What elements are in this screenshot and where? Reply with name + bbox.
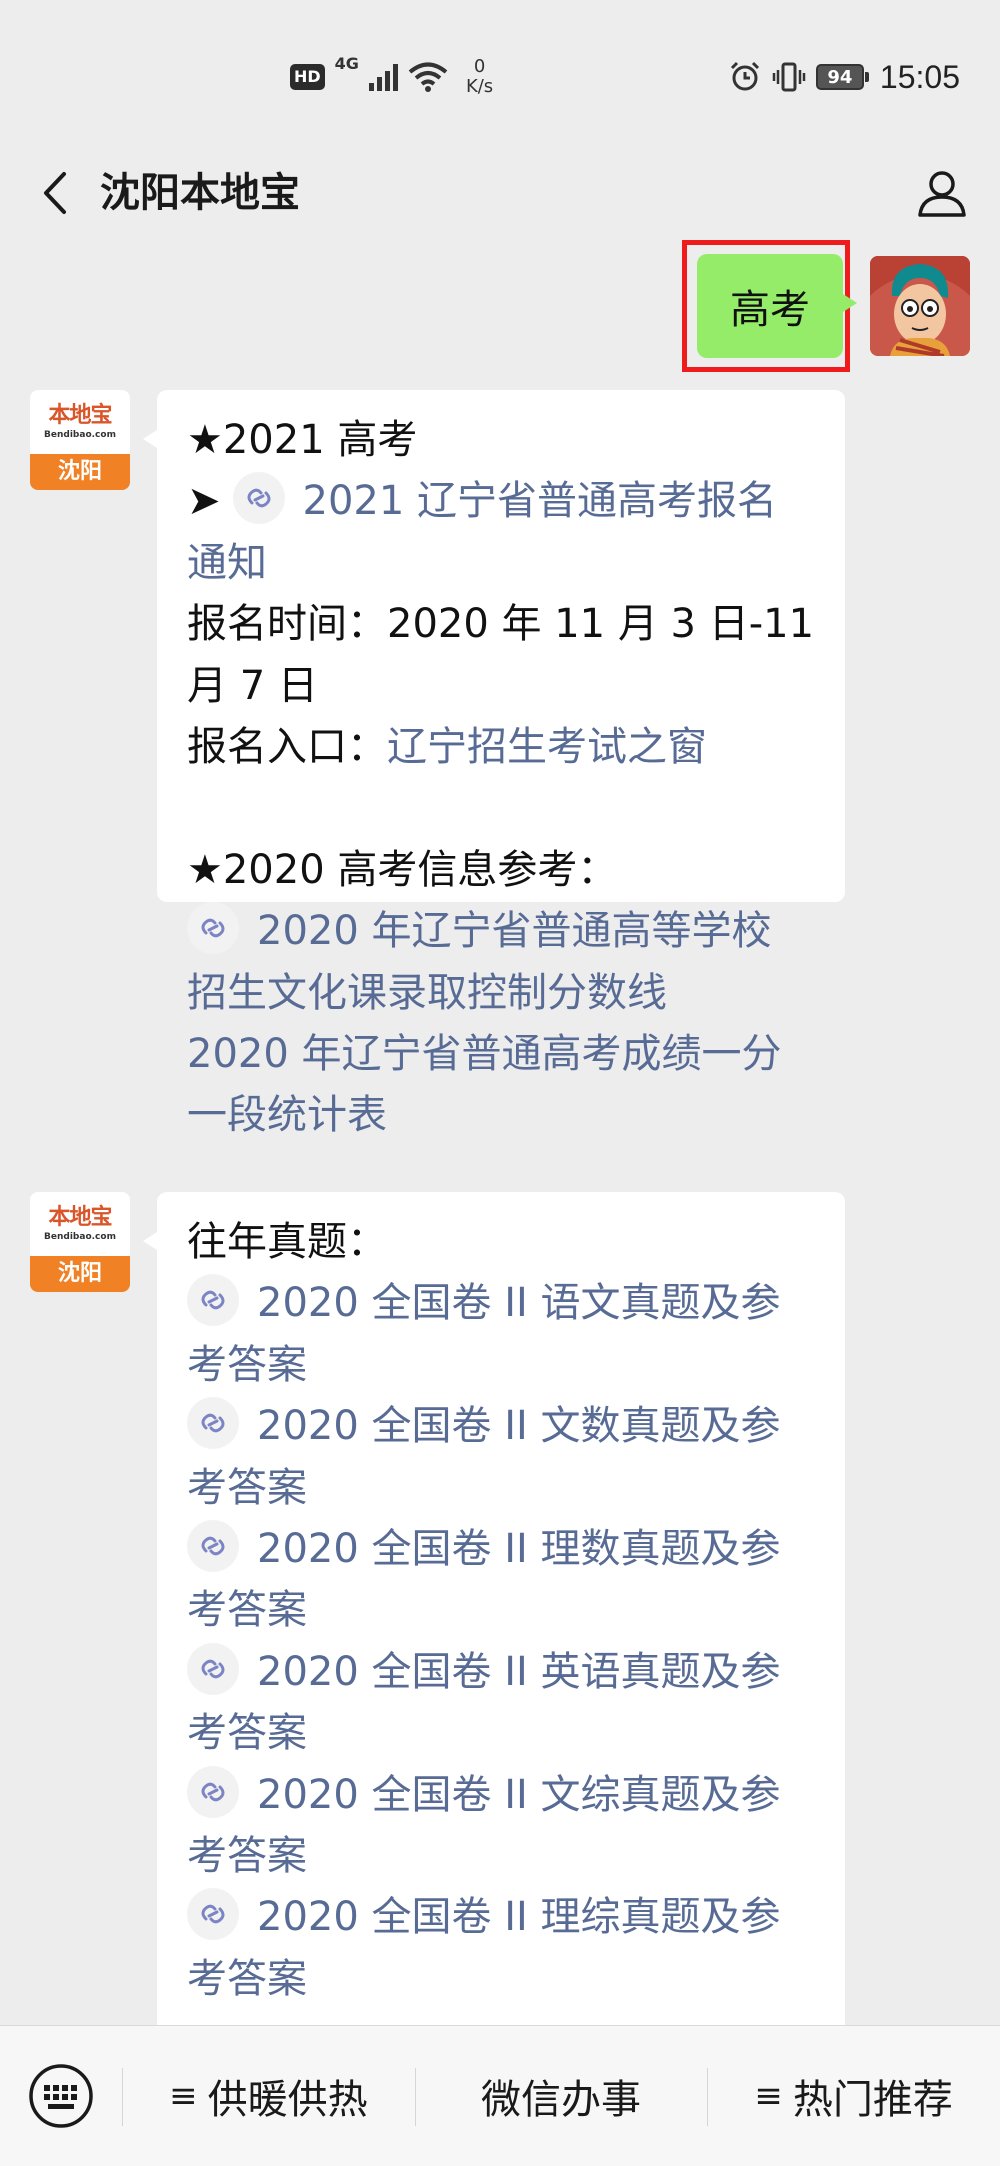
- bot-logo-en: Bendibao.com: [44, 1232, 116, 1242]
- bot-logo-cn: 本地宝: [48, 403, 112, 428]
- past-paper-link[interactable]: 2020 全国卷 II 文综真题及参: [257, 1772, 781, 1818]
- chat-area[interactable]: 高考 本地宝 Bendibao.com 沈阳 ★2021 高考 ➤ 2021 辽宁…: [0, 240, 1000, 2052]
- wifi-icon: [408, 62, 448, 92]
- past-paper-link[interactable]: 2020 全国卷 II 理数真题及参: [257, 1526, 781, 1572]
- cartoon-avatar-image: [870, 256, 970, 356]
- mini-program-icon: [187, 1520, 239, 1573]
- bot-logo-en: Bendibao.com: [44, 430, 116, 440]
- bot-message-bubble: 往年真题： 2020 全国卷 II 语文真题及参考答案 2020 全国卷 II 文…: [143, 1192, 845, 2052]
- status-left: HD 4G 0 K/s: [290, 52, 493, 102]
- back-button[interactable]: [30, 165, 80, 221]
- registration-entry-label: 报名入口：: [187, 724, 387, 771]
- speed-unit: K/s: [465, 76, 494, 97]
- past-paper-link-line[interactable]: 2020 全国卷 II 文数真题及参: [187, 1396, 819, 1457]
- battery-indicator: 94: [815, 64, 869, 90]
- score-line-link[interactable]: 2020 年辽宁省普通高等学校: [257, 908, 772, 954]
- past-paper-link[interactable]: 2020 全国卷 II 语文真题及参: [257, 1280, 781, 1326]
- past-paper-link[interactable]: 2020 全国卷 II 文数真题及参: [257, 1403, 781, 1449]
- past-paper-link-cont[interactable]: 考答案: [187, 1949, 819, 2010]
- menu-list-icon: ≡: [169, 2076, 198, 2116]
- past-paper-link[interactable]: 2020 全国卷 II 英语真题及参: [257, 1649, 781, 1695]
- network-speed: 0 K/s: [466, 57, 493, 97]
- mini-program-icon: [187, 902, 239, 955]
- vibrate-icon: [772, 62, 806, 92]
- past-papers-heading: 往年真题：: [187, 1219, 387, 1265]
- user-message-bubble[interactable]: 高考: [697, 254, 857, 358]
- menu-hot-recommendations[interactable]: ≡ 热门推荐: [707, 2026, 1000, 2166]
- reference-heading: ★2020 高考信息参考：: [187, 846, 618, 893]
- mini-program-icon: [187, 1642, 239, 1695]
- chevron-left-icon: [44, 172, 66, 214]
- score-line-link-cont[interactable]: 招生文化课录取控制分数线: [187, 963, 819, 1024]
- bot-logo: 本地宝 Bendibao.com: [30, 1192, 130, 1256]
- menu-label: 供暖供热: [207, 2077, 368, 2123]
- title-bar: 沈阳本地宝: [0, 145, 1000, 240]
- user-avatar[interactable]: [870, 256, 970, 356]
- menu-wechat-services[interactable]: 微信办事: [414, 2026, 708, 2166]
- speed-value: 0: [473, 56, 486, 77]
- network-type: 4G: [334, 53, 359, 73]
- past-paper-link-line[interactable]: 2020 全国卷 II 语文真题及参: [187, 1273, 819, 1334]
- registration-entry-line: 报名入口：辽宁招生考试之窗: [187, 717, 819, 778]
- profile-button[interactable]: [914, 165, 970, 221]
- message-heading: ★2021 高考: [187, 417, 418, 463]
- past-paper-link-cont[interactable]: 考答案: [187, 1826, 819, 1887]
- menu-label: 微信办事: [481, 2077, 641, 2123]
- page-title: 沈阳本地宝: [100, 170, 300, 216]
- score-distribution-link-cont[interactable]: 一段统计表: [187, 1085, 819, 1146]
- person-icon: [918, 171, 966, 217]
- bot-logo-cn: 本地宝: [48, 1205, 112, 1230]
- clock: 15:05: [879, 58, 960, 95]
- menu-heating[interactable]: ≡ 供暖供热: [122, 2026, 415, 2166]
- mini-program-icon: [187, 1765, 239, 1818]
- bot-logo: 本地宝 Bendibao.com: [30, 390, 130, 454]
- past-paper-link-cont[interactable]: 考答案: [187, 1458, 819, 1519]
- past-paper-link-line[interactable]: 2020 全国卷 II 理综真题及参: [187, 1887, 819, 1948]
- past-paper-link-line[interactable]: 2020 全国卷 II 理数真题及参: [187, 1519, 819, 1580]
- registration-notice-link[interactable]: 2021 辽宁省普通高考报名: [303, 478, 778, 524]
- status-right: 94 15:05: [728, 55, 960, 99]
- exam-portal-link[interactable]: 辽宁招生考试之窗: [387, 724, 707, 770]
- mini-program-icon: [187, 1274, 239, 1327]
- registration-link-line[interactable]: ➤ 2021 辽宁省普通高考报名: [187, 471, 819, 532]
- past-paper-link-line[interactable]: 2020 全国卷 II 文综真题及参: [187, 1765, 819, 1826]
- status-bar: HD 4G 0 K/s 94 15:05: [0, 0, 1000, 145]
- bot-message-bubble: ★2021 高考 ➤ 2021 辽宁省普通高考报名 通知 报名时间：2020 年 …: [143, 390, 845, 1138]
- mini-program-icon: [187, 1397, 239, 1450]
- menu-label: 热门推荐: [792, 2077, 953, 2123]
- registration-time-text-cont: 月 7 日: [187, 662, 318, 709]
- score-line-link-line[interactable]: 2020 年辽宁省普通高等学校: [187, 901, 819, 962]
- bot-avatar[interactable]: 本地宝 Bendibao.com 沈阳: [30, 1192, 130, 1292]
- past-paper-link-cont[interactable]: 考答案: [187, 1580, 819, 1641]
- hd-badge: HD: [290, 64, 325, 90]
- past-paper-link-cont[interactable]: 考答案: [187, 1703, 819, 1764]
- bot-logo-city: 沈阳: [30, 1256, 130, 1292]
- registration-notice-link-cont[interactable]: 通知: [187, 533, 819, 594]
- score-distribution-link[interactable]: 2020 年辽宁省普通高考成绩一分: [187, 1024, 819, 1085]
- keyboard-toggle-button[interactable]: [0, 2026, 122, 2166]
- past-paper-link[interactable]: 2020 全国卷 II 理综真题及参: [257, 1894, 781, 1940]
- signal-icon: [368, 63, 398, 91]
- bot-logo-city: 沈阳: [30, 454, 130, 490]
- mini-program-icon: [232, 472, 285, 525]
- past-paper-link-line[interactable]: 2020 全国卷 II 英语真题及参: [187, 1642, 819, 1703]
- arrow-icon: ➤: [187, 478, 221, 525]
- bot-avatar[interactable]: 本地宝 Bendibao.com 沈阳: [30, 390, 130, 490]
- menu-list-icon: ≡: [754, 2076, 783, 2116]
- mini-program-icon: [187, 1888, 239, 1941]
- past-paper-link-cont[interactable]: 考答案: [187, 1335, 819, 1396]
- registration-time-text: 报名时间：2020 年 11 月 3 日-11: [187, 601, 815, 648]
- alarm-icon: [730, 61, 759, 91]
- keyboard-icon: [29, 2064, 93, 2128]
- bottom-menu-bar: ≡ 供暖供热 微信办事 ≡ 热门推荐: [0, 2025, 1000, 2166]
